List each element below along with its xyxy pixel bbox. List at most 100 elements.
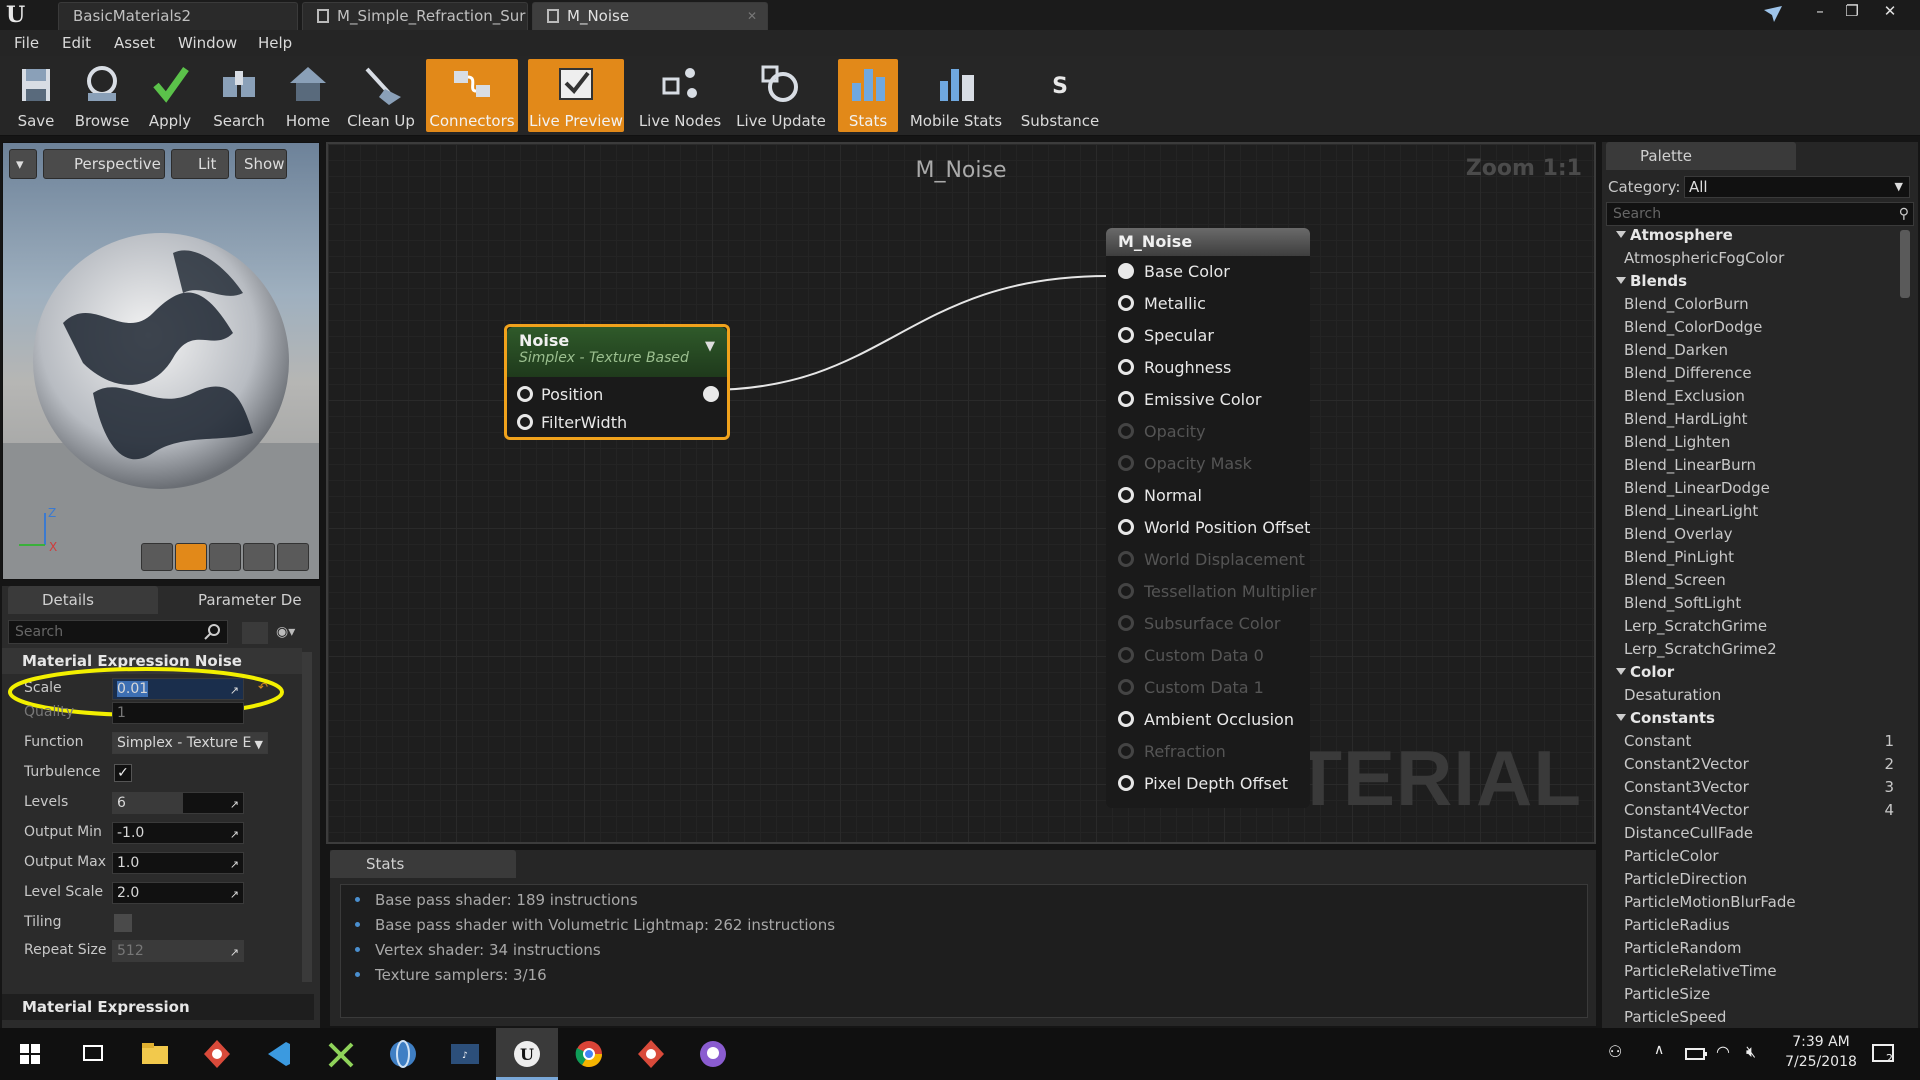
material-pin-emissive-color[interactable]: Emissive Color bbox=[1106, 388, 1306, 412]
input-pin-icon[interactable] bbox=[1118, 295, 1134, 311]
quality-input[interactable]: 1 bbox=[112, 702, 244, 724]
pin-position[interactable]: Position bbox=[507, 383, 727, 407]
battery-icon[interactable] bbox=[1684, 1044, 1708, 1064]
palette-item[interactable]: Constant2Vector 2 bbox=[1624, 755, 1894, 773]
home-button[interactable]: Home bbox=[278, 59, 338, 132]
palette-category[interactable]: Constants bbox=[1616, 709, 1715, 727]
preview-plane-button[interactable] bbox=[209, 543, 241, 571]
palette-category[interactable]: Blends bbox=[1616, 272, 1687, 290]
connectors-button[interactable]: Connectors bbox=[426, 59, 518, 132]
menu-edit[interactable]: Edit bbox=[62, 30, 91, 56]
clean-up-button[interactable]: Clean Up bbox=[344, 59, 418, 132]
input-pin-icon[interactable] bbox=[1118, 391, 1134, 407]
input-pin-icon[interactable] bbox=[517, 386, 533, 402]
file-explorer-icon[interactable] bbox=[124, 1028, 186, 1080]
notification-center-icon[interactable]: 2 bbox=[1870, 1040, 1898, 1068]
material-pin-roughness[interactable]: Roughness bbox=[1106, 356, 1306, 380]
output-max-input[interactable]: 1.0 ↗ bbox=[112, 852, 244, 874]
material-pin-world-displacement[interactable]: World Displacement bbox=[1106, 548, 1306, 572]
pin-filterwidth[interactable]: FilterWidth bbox=[507, 411, 727, 435]
input-pin-icon[interactable] bbox=[1118, 487, 1134, 503]
noise-node[interactable]: Noise Simplex - Texture Based ▼ Position… bbox=[504, 324, 730, 440]
material-node-header[interactable]: M_Noise bbox=[1106, 228, 1310, 256]
live-nodes-button[interactable]: Live Nodes bbox=[634, 59, 726, 132]
eye-visibility-icon[interactable]: ◉▾ bbox=[276, 624, 316, 642]
palette-item[interactable]: Blend_ColorDodge bbox=[1624, 318, 1894, 336]
palette-item[interactable]: Blend_SoftLight bbox=[1624, 594, 1894, 612]
spin-icon[interactable]: ↗ bbox=[230, 885, 239, 905]
collapse-arrow-icon[interactable]: ▼ bbox=[705, 339, 715, 354]
material-pin-world-position-offset[interactable]: World Position Offset bbox=[1106, 516, 1310, 540]
menu-window[interactable]: Window bbox=[178, 30, 237, 56]
palette-item[interactable]: Lerp_ScratchGrime2 bbox=[1624, 640, 1894, 658]
palette-item[interactable]: AtmosphericFogColor bbox=[1624, 249, 1894, 267]
palette-item[interactable]: ParticleRadius bbox=[1624, 916, 1894, 934]
palette-item[interactable]: ParticleRandom bbox=[1624, 939, 1894, 957]
vscode-icon[interactable] bbox=[248, 1028, 310, 1080]
maximize-button[interactable]: ❐ bbox=[1838, 2, 1866, 22]
function-dropdown[interactable]: Simplex - Texture E ▼ bbox=[112, 732, 268, 754]
preview-viewport[interactable]: ▾ Perspective Lit Show Z X bbox=[2, 142, 320, 580]
palette-item[interactable]: Blend_Darken bbox=[1624, 341, 1894, 359]
palette-item[interactable]: Constant4Vector 4 bbox=[1624, 801, 1894, 819]
palette-item[interactable]: Blend_Exclusion bbox=[1624, 387, 1894, 405]
category-dropdown[interactable]: All ▼ bbox=[1684, 176, 1910, 198]
material-pin-base-color[interactable]: Base Color bbox=[1106, 260, 1306, 284]
palette-item[interactable]: Constant 1 bbox=[1624, 732, 1894, 750]
palette-item[interactable]: Desaturation bbox=[1624, 686, 1894, 704]
people-icon[interactable]: ⚇ bbox=[1608, 1042, 1632, 1066]
volume-muted-icon[interactable]: 🔇︎ bbox=[1746, 1042, 1770, 1066]
palette-item[interactable]: Blend_ColorBurn bbox=[1624, 295, 1894, 313]
preview-cylinder-button[interactable] bbox=[141, 543, 173, 571]
material-pin-custom-data-1[interactable]: Custom Data 1 bbox=[1106, 676, 1306, 700]
preview-sphere-button[interactable] bbox=[175, 543, 207, 571]
input-pin-icon[interactable] bbox=[1118, 615, 1134, 631]
input-pin-icon[interactable] bbox=[1118, 263, 1134, 279]
level-scale-input[interactable]: 2.0 ↗ bbox=[112, 882, 244, 904]
material-pin-tessellation-multiplier[interactable]: Tessellation Multiplier bbox=[1106, 580, 1316, 604]
xnview-icon[interactable] bbox=[310, 1028, 372, 1080]
document-tab-m-noise[interactable]: M_Noise ✕ bbox=[532, 2, 768, 30]
material-pin-metallic[interactable]: Metallic bbox=[1106, 292, 1306, 316]
material-pin-refraction[interactable]: Refraction bbox=[1106, 740, 1306, 764]
clock-date[interactable]: 7/25/2018 bbox=[1776, 1054, 1866, 1070]
live-preview-button[interactable]: Live Preview bbox=[528, 59, 624, 132]
chrome-icon[interactable] bbox=[558, 1028, 620, 1080]
apply-button[interactable]: Apply bbox=[142, 59, 198, 132]
preview-custom-mesh-button[interactable] bbox=[277, 543, 309, 571]
tab-palette[interactable]: Palette bbox=[1606, 142, 1796, 170]
task-view-icon[interactable] bbox=[62, 1028, 124, 1080]
input-pin-icon[interactable] bbox=[1118, 519, 1134, 535]
spin-icon[interactable]: ↗ bbox=[230, 943, 239, 963]
noise-node-header[interactable]: Noise Simplex - Texture Based bbox=[507, 327, 727, 377]
search-button[interactable]: Search bbox=[206, 59, 272, 132]
menu-asset[interactable]: Asset bbox=[114, 30, 155, 56]
repeat-size-input[interactable]: 512 ↗ bbox=[112, 940, 244, 962]
material-graph-canvas[interactable]: M_Noise Zoom 1:1 MATERIAL Noise Simplex … bbox=[326, 142, 1596, 844]
input-pin-icon[interactable] bbox=[1118, 455, 1134, 471]
input-pin-icon[interactable] bbox=[1118, 775, 1134, 791]
material-pin-normal[interactable]: Normal bbox=[1106, 484, 1306, 508]
palette-item[interactable]: ParticleSize bbox=[1624, 985, 1894, 1003]
input-pin-icon[interactable] bbox=[517, 414, 533, 430]
material-pin-custom-data-0[interactable]: Custom Data 0 bbox=[1106, 644, 1306, 668]
input-pin-icon[interactable] bbox=[1118, 327, 1134, 343]
palette-item[interactable]: Blend_Difference bbox=[1624, 364, 1894, 382]
palette-category[interactable]: Color bbox=[1616, 663, 1674, 681]
music-app-icon[interactable]: ♪ bbox=[434, 1028, 496, 1080]
stats-button[interactable]: Stats bbox=[838, 59, 898, 132]
palette-scrollbar[interactable] bbox=[1900, 230, 1910, 298]
palette-item[interactable]: Blend_Screen bbox=[1624, 571, 1894, 589]
output-pin-icon[interactable] bbox=[703, 386, 719, 402]
input-pin-icon[interactable] bbox=[1118, 583, 1134, 599]
menu-help[interactable]: Help bbox=[258, 30, 292, 56]
input-pin-icon[interactable] bbox=[1118, 423, 1134, 439]
wifi-icon[interactable]: ◠ bbox=[1716, 1042, 1740, 1066]
substance-button[interactable]: S Substance bbox=[1014, 59, 1106, 132]
details-search-input[interactable]: Search bbox=[8, 620, 228, 644]
show-hidden-icons[interactable]: ∧ bbox=[1654, 1042, 1674, 1066]
menu-file[interactable]: File bbox=[14, 30, 39, 56]
material-pin-opacity-mask[interactable]: Opacity Mask bbox=[1106, 452, 1306, 476]
tab-parameter-defaults[interactable]: Parameter De bbox=[164, 586, 314, 614]
spin-icon[interactable]: ↗ bbox=[230, 825, 239, 845]
